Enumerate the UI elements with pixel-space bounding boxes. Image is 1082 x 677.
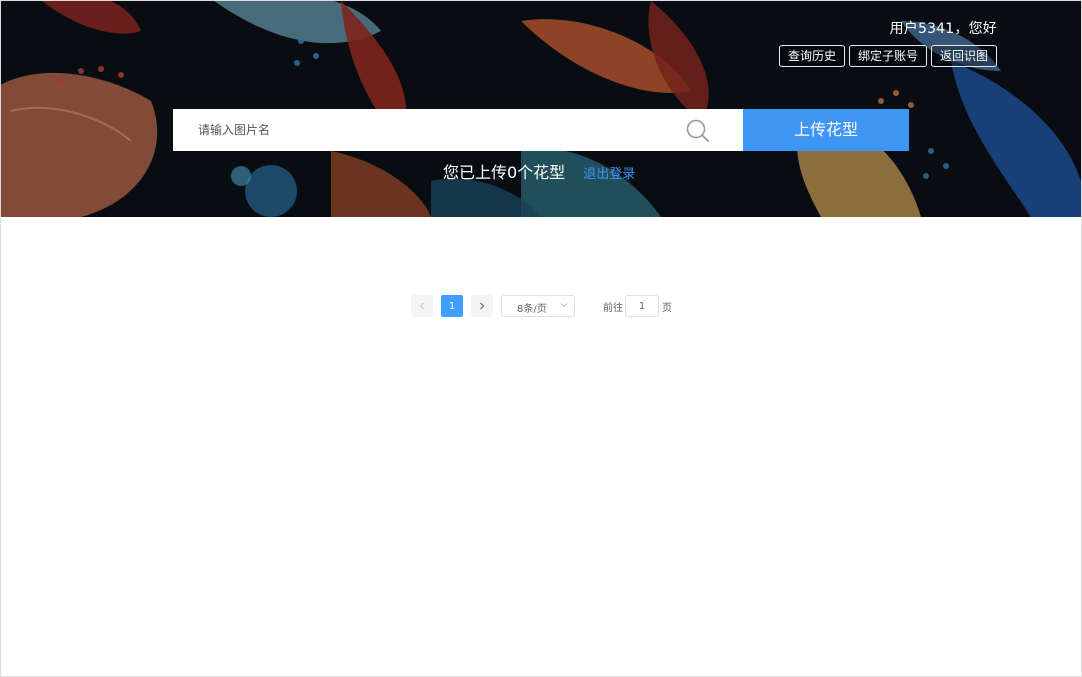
page-number-button[interactable]: 1 (441, 295, 463, 317)
header-actions: 查询历史 绑定子账号 返回识图 (778, 45, 997, 67)
chevron-left-icon (419, 302, 424, 310)
page-size-value: 8条/页 (517, 304, 547, 315)
next-page-button[interactable] (471, 295, 493, 317)
upload-count-text: 您已上传0个花型 (443, 163, 566, 182)
logout-link[interactable]: 退出登录 (583, 163, 635, 182)
header-banner: 用户5341，您好 查询历史 绑定子账号 返回识图 上传花型 您已上传0个花型 … (1, 1, 1081, 217)
upload-status: 您已上传0个花型 退出登录 (443, 159, 635, 183)
bind-subaccount-button[interactable]: 绑定子账号 (848, 45, 927, 67)
prev-page-button[interactable] (411, 295, 433, 317)
jump-page-input[interactable] (625, 295, 659, 317)
jump-label: 前往 (603, 302, 623, 314)
pagination: 1 8条/页 前往 页 (411, 295, 672, 317)
search-input[interactable] (173, 109, 673, 151)
search-bar (173, 109, 743, 151)
user-greeting: 用户5341，您好 (889, 21, 997, 37)
jump-suffix: 页 (662, 302, 672, 314)
query-history-button[interactable]: 查询历史 (778, 45, 845, 67)
page-size-select[interactable]: 8条/页 (501, 295, 575, 317)
search-icon[interactable] (685, 118, 711, 144)
back-to-recognition-button[interactable]: 返回识图 (930, 45, 997, 67)
upload-pattern-button[interactable]: 上传花型 (743, 109, 909, 151)
chevron-down-icon (560, 303, 568, 308)
app-frame: 用户5341，您好 查询历史 绑定子账号 返回识图 上传花型 您已上传0个花型 … (0, 0, 1082, 677)
chevron-right-icon (480, 302, 485, 310)
